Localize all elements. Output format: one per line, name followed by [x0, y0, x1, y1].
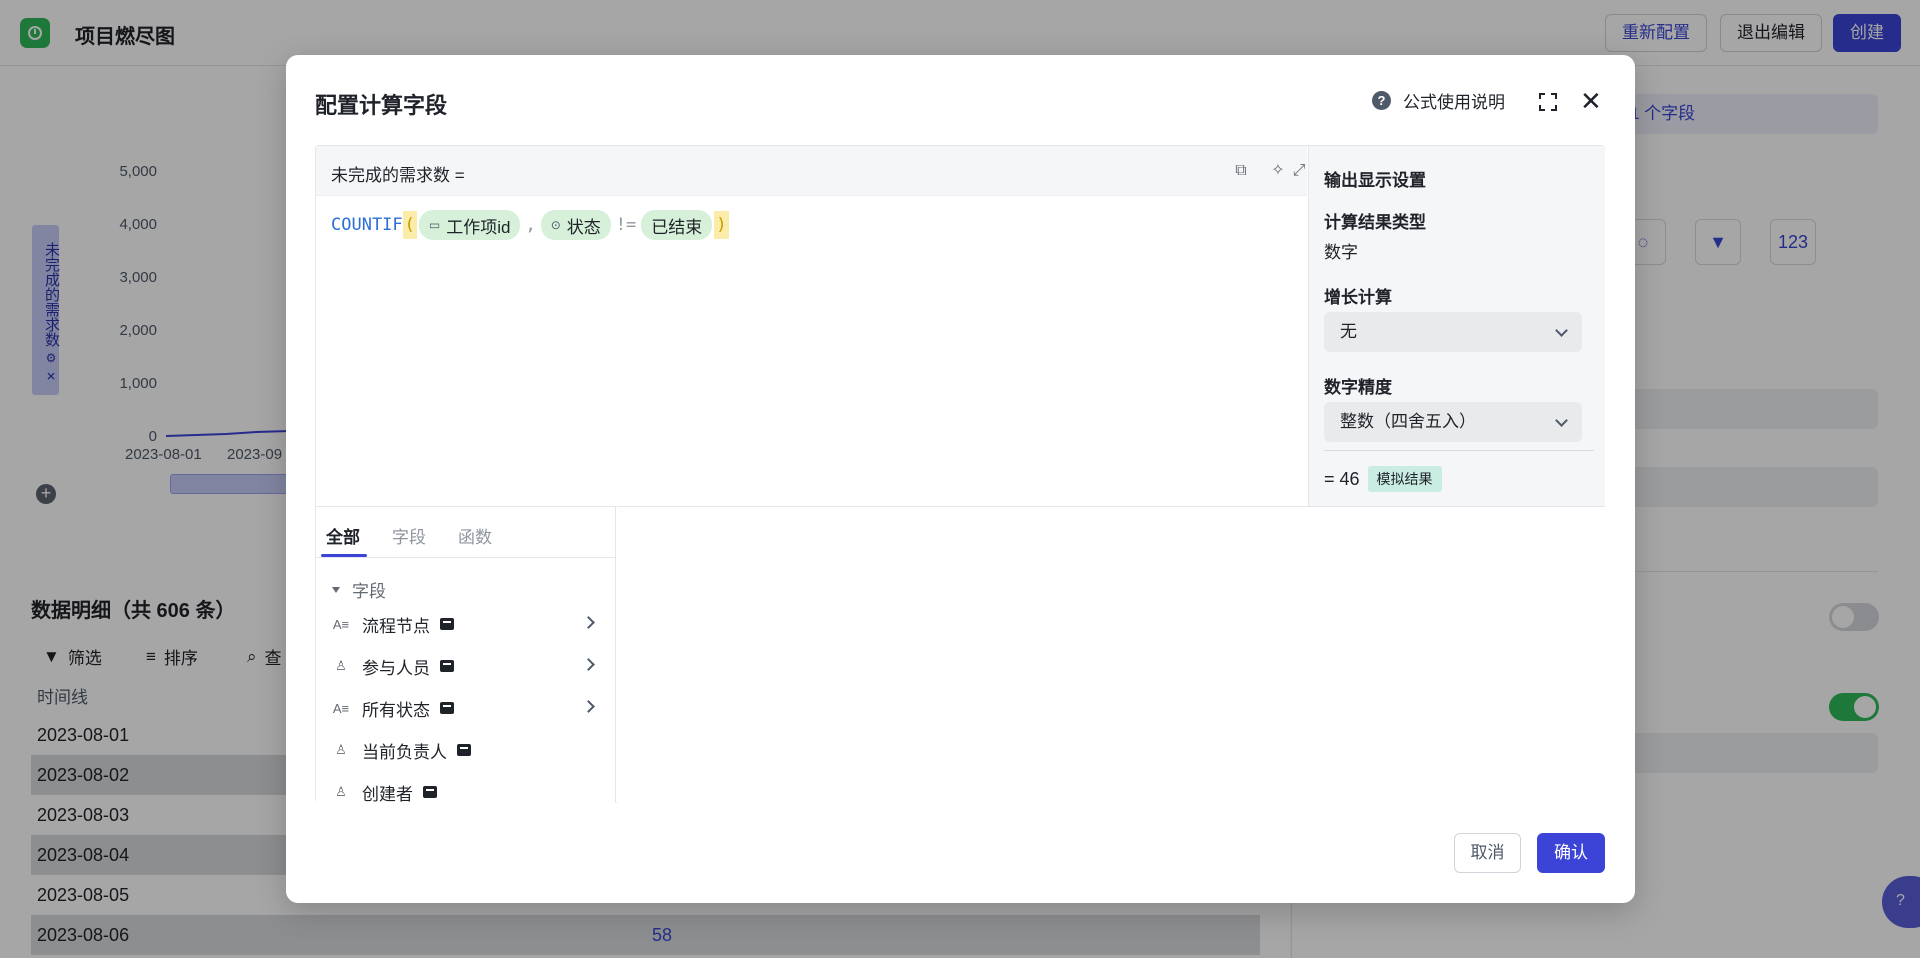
- value-chip-closed[interactable]: 已结束: [641, 210, 713, 240]
- chevron-right-icon[interactable]: [582, 616, 595, 629]
- formula-input-area[interactable]: 未完成的需求数 = ⧉ ✧ ⤢ COUNTIF ( ▭ 工作项id , ⊙ 状态 !…: [316, 146, 1307, 506]
- field-item-label: 所有状态: [362, 700, 430, 720]
- simulate-badge: 模拟结果: [1367, 466, 1442, 492]
- formula-paren-close: ): [714, 211, 729, 239]
- list-text-icon: A≡: [332, 616, 350, 632]
- precision-select-value: 整数（四舍五入）: [1340, 412, 1476, 431]
- field-detail-panel: [617, 506, 1605, 803]
- chip-label: 状态: [566, 217, 601, 237]
- formula-operator: !=: [615, 215, 637, 235]
- formula-comma: ,: [525, 215, 536, 235]
- formula-paren-open: (: [402, 211, 417, 239]
- precision-select[interactable]: 整数（四舍五入）: [1324, 402, 1582, 442]
- field-item-label: 当前负责人: [362, 742, 447, 762]
- question-icon: ?: [1372, 91, 1391, 110]
- formula-help-link[interactable]: ? 公式使用说明: [1372, 88, 1505, 113]
- picker-tabs: 全部 字段 函数: [316, 507, 615, 558]
- status-circle-icon: ⊙: [550, 218, 561, 232]
- group-title: 字段: [352, 582, 386, 601]
- field-chip-workitem-id[interactable]: ▭ 工作项id: [418, 210, 521, 240]
- modal-title: 配置计算字段: [315, 93, 448, 118]
- formula-function: COUNTIF: [331, 215, 403, 235]
- chevron-down-icon: [1555, 414, 1568, 427]
- result-value: = 46: [1324, 468, 1360, 489]
- formula-help-label: 公式使用说明: [1403, 93, 1505, 112]
- calc-field-modal: 配置计算字段 ? 公式使用说明 ✕ 未完成的需求数 = ⧉ ✧ ⤢ COUNTI…: [286, 55, 1635, 903]
- output-settings-title: 输出显示设置: [1324, 171, 1426, 190]
- result-type-value: 数字: [1324, 243, 1358, 262]
- field-function-picker: 全部 字段 函数 字段 A≡ 流程节点 ♙ 参与人员 A≡ 所有状态 ♙ 当前负…: [316, 506, 616, 803]
- growth-label: 增长计算: [1324, 288, 1392, 307]
- field-item-creator[interactable]: ♙ 创建者: [331, 771, 601, 803]
- tag-icon: [457, 744, 471, 756]
- chip-label: 工作项id: [446, 217, 511, 237]
- person-icon: ♙: [335, 784, 347, 799]
- formula-header: 未完成的需求数 = ⧉ ✧ ⤢: [316, 146, 1307, 196]
- tag-icon: [440, 618, 454, 630]
- field-item-label: 参与人员: [362, 658, 430, 678]
- active-tab-indicator: [321, 554, 367, 557]
- tab-all[interactable]: 全部: [326, 523, 360, 548]
- fullscreen-icon[interactable]: [1539, 93, 1557, 111]
- copy-icon[interactable]: ⧉: [1232, 162, 1250, 180]
- confirm-button[interactable]: 确认: [1537, 833, 1605, 873]
- person-icon: ♙: [335, 658, 347, 673]
- close-icon[interactable]: ✕: [1580, 88, 1602, 114]
- result-type-label: 计算结果类型: [1324, 213, 1426, 232]
- chevron-down-icon: [1555, 324, 1568, 337]
- chip-label: 已结束: [651, 217, 703, 237]
- tag-icon: [440, 702, 454, 714]
- field-item-participants[interactable]: ♙ 参与人员: [331, 645, 601, 687]
- field-item-all-status[interactable]: A≡ 所有状态: [331, 687, 601, 729]
- field-chip-status[interactable]: ⊙ 状态: [540, 210, 611, 240]
- formula-expression[interactable]: COUNTIF ( ▭ 工作项id , ⊙ 状态 != 已结束 ): [331, 210, 729, 240]
- formula-editor: 未完成的需求数 = ⧉ ✧ ⤢ COUNTIF ( ▭ 工作项id , ⊙ 状态 !…: [315, 145, 1605, 803]
- id-card-icon: ▭: [428, 218, 441, 232]
- magic-icon[interactable]: ✧: [1269, 162, 1287, 180]
- precision-label: 数字精度: [1324, 378, 1392, 397]
- output-settings-panel: 输出显示设置 计算结果类型 数字 增长计算 无 数字精度 整数（四舍五入） = …: [1308, 146, 1605, 506]
- tag-icon: [423, 786, 437, 798]
- cancel-button[interactable]: 取消: [1454, 833, 1521, 873]
- tag-icon: [440, 660, 454, 672]
- divider: [1324, 450, 1594, 451]
- chevron-right-icon[interactable]: [582, 700, 595, 713]
- person-icon: ♙: [335, 742, 347, 757]
- growth-select[interactable]: 无: [1324, 312, 1582, 352]
- list-text-icon: A≡: [332, 700, 350, 716]
- expand-icon[interactable]: ⤢: [1290, 162, 1308, 180]
- formula-field-name: 未完成的需求数 =: [331, 166, 465, 185]
- growth-select-value: 无: [1340, 322, 1357, 341]
- field-item-label: 流程节点: [362, 616, 430, 636]
- tab-functions[interactable]: 函数: [458, 523, 492, 548]
- group-fields-header[interactable]: 字段: [332, 577, 386, 602]
- chevron-right-icon[interactable]: [582, 658, 595, 671]
- caret-down-icon: [332, 586, 340, 593]
- field-item-label: 创建者: [362, 784, 413, 804]
- field-item-flow-node[interactable]: A≡ 流程节点: [331, 603, 601, 645]
- tab-fields[interactable]: 字段: [392, 523, 426, 548]
- field-item-current-owner[interactable]: ♙ 当前负责人: [331, 729, 601, 771]
- simulated-result: = 46 模拟结果: [1324, 466, 1442, 492]
